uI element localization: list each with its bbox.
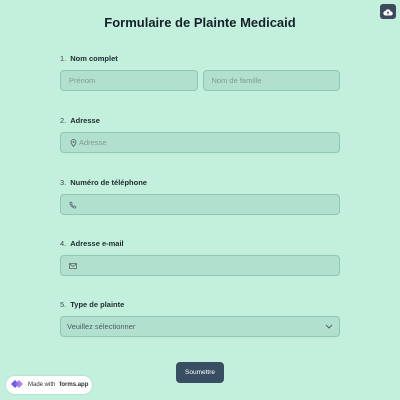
question-label: Adresse e-mail — [70, 239, 124, 248]
first-name-placeholder: Prénom — [69, 76, 96, 85]
forms-app-logo-icon — [10, 378, 24, 392]
question-number: 2. — [60, 116, 67, 125]
question-label: Type de plainte — [70, 300, 125, 309]
badge-brand: forms.app — [59, 382, 89, 388]
phone-icon — [61, 201, 79, 209]
address-placeholder: Adresse — [79, 138, 107, 147]
complaint-type-selected: Veuillez sélectionner — [67, 322, 136, 331]
location-pin-icon — [61, 138, 79, 147]
mail-icon — [61, 262, 79, 269]
made-with-forms-app-badge[interactable]: Made with forms.app — [6, 376, 92, 394]
question-number: 3. — [60, 178, 67, 187]
question-number: 4. — [60, 239, 67, 248]
question-email: 4. Adresse e-mail — [60, 239, 340, 276]
last-name-placeholder: Nom de famille — [211, 76, 262, 85]
question-label: Nom complet — [70, 54, 118, 63]
address-input[interactable]: Adresse — [60, 132, 340, 153]
question-number: 1. — [60, 54, 67, 63]
submit-button[interactable]: Soumettre — [176, 362, 224, 383]
phone-input[interactable] — [60, 194, 340, 215]
email-input[interactable] — [60, 255, 340, 276]
question-number: 5. — [60, 300, 67, 309]
first-name-input[interactable]: Prénom — [60, 70, 198, 91]
question-full-name: 1. Nom complet Prénom Nom de famille — [60, 54, 340, 91]
last-name-input[interactable]: Nom de famille — [202, 70, 340, 91]
question-address: 2. Adresse Adresse — [60, 116, 340, 153]
complaint-type-select[interactable]: Veuillez sélectionner — [60, 316, 340, 337]
question-label: Numéro de téléphone — [70, 178, 147, 187]
question-phone: 3. Numéro de téléphone — [60, 178, 340, 215]
question-label: Adresse — [70, 116, 100, 125]
form-title: Formulaire de Plainte Medicaid — [104, 15, 296, 30]
chevron-down-icon — [325, 322, 333, 331]
question-complaint-type: 5. Type de plainte Veuillez sélectionner — [60, 300, 340, 337]
badge-prefix: Made with — [28, 382, 56, 388]
